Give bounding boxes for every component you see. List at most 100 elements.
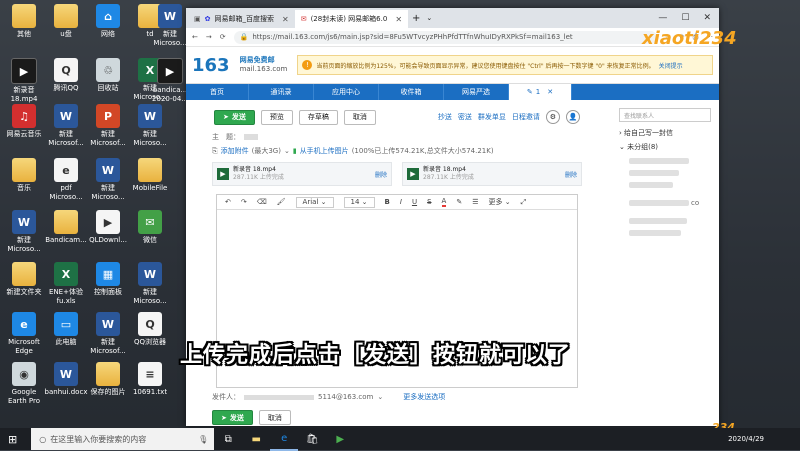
desktop-icon[interactable]: W 新建 Microso... (86, 158, 130, 202)
taskbar-search[interactable]: ○ 在这里输入你要搜索的内容 🎙 (31, 428, 215, 450)
format-painter-icon[interactable]: 🖌 (277, 198, 286, 206)
bcc-link[interactable]: 密送 (458, 112, 472, 122)
settings-icon[interactable]: ⚙ (545, 110, 560, 124)
desktop-icon[interactable]: ▦ 控制面板 (86, 262, 130, 297)
desktop-icon[interactable]: e pdf Microso... (44, 158, 88, 202)
desktop-icon[interactable]: ✉ 微信 (128, 210, 172, 245)
subject-field[interactable] (244, 134, 258, 140)
new-tab-icon[interactable]: + (412, 13, 420, 24)
redo-icon[interactable]: ↷ (241, 198, 247, 206)
desktop-icon[interactable]: ♲ 回收站 (86, 58, 130, 93)
close-icon[interactable]: ✕ (395, 15, 402, 24)
contact-icon[interactable]: 👤 (565, 110, 580, 124)
schedule-link[interactable]: 日程邀请 (512, 112, 540, 122)
desktop-icon[interactable]: W 新建 Microsof... (86, 312, 130, 356)
contact-item[interactable] (629, 158, 689, 164)
maximize-icon[interactable]: ☐ (681, 13, 689, 23)
back-icon[interactable]: ← (192, 33, 198, 41)
desktop-icon[interactable]: ▭ 此电脑 (44, 312, 88, 347)
desktop-icon[interactable]: X ENE+体验 fu.xls (44, 262, 88, 306)
more-send-options-link[interactable]: 更多发送选项 (403, 392, 445, 402)
desktop-icon[interactable]: W 新建 Microso... (2, 210, 46, 254)
desktop-icon[interactable]: Q 腾讯QQ (44, 58, 88, 93)
desktop-icon[interactable]: e Microsoft Edge (2, 312, 46, 356)
desktop-icon[interactable]: P 新建 Microsof... (86, 104, 130, 148)
add-attachment-link[interactable]: 添加附件 (221, 146, 249, 156)
send-button-bottom[interactable]: ➤ 发送 (212, 410, 253, 425)
group-send-link[interactable]: 群发单显 (478, 112, 506, 122)
highlight-icon[interactable]: ✎ (456, 198, 462, 206)
desktop-icon[interactable]: ≡ 10691.txt (128, 362, 172, 397)
eraser-icon[interactable]: ⌫ (257, 198, 267, 206)
desktop-icon[interactable]: ▶ 新录音 18.mp4 (2, 58, 46, 104)
tab-inbox[interactable]: 收件箱 (379, 84, 444, 100)
cancel-button[interactable]: 取消 (343, 109, 376, 125)
minimize-icon[interactable]: — (658, 13, 667, 23)
contact-item[interactable]: co (629, 194, 711, 212)
group-ungrouped[interactable]: ⌄ 未分组(8) (619, 142, 711, 152)
desktop-icon[interactable]: Bandicam... (44, 210, 88, 245)
tab-contacts[interactable]: 通讯录 (249, 84, 314, 100)
task-view-icon[interactable]: ⧉ (214, 428, 242, 450)
cc-link[interactable]: 抄送 (438, 112, 452, 122)
tab-menu-icon[interactable]: ⌄ (426, 14, 432, 22)
forward-icon[interactable]: → (206, 33, 212, 41)
contact-item[interactable] (629, 218, 687, 224)
refresh-icon[interactable]: ⟳ (220, 33, 226, 41)
tab-home[interactable]: 首页 (186, 84, 249, 100)
desktop-icon[interactable]: W 新建 Microso... (128, 262, 172, 306)
desktop-icon[interactable]: ⌂ 网络 (86, 4, 130, 39)
contact-search-input[interactable]: 查找联系人 (619, 108, 711, 122)
desktop-icon[interactable]: Q QQ浏览器 (128, 312, 172, 347)
delete-attachment-link[interactable]: 删除 (375, 170, 387, 179)
url-field[interactable]: 🔒 https://mail.163.com/js6/main.jsp?sid=… (233, 30, 657, 44)
desktop-icon[interactable]: 音乐 (2, 158, 46, 193)
tab-baidu[interactable]: ▣ ✿ 网易邮箱_百度搜索 ✕ (186, 10, 295, 28)
desktop-icon[interactable]: ◉ Google Earth Pro (2, 362, 46, 406)
notice-close-link[interactable]: 关闭提示 (659, 61, 683, 70)
close-icon[interactable]: ✕ (282, 15, 289, 24)
edge-icon[interactable]: e (270, 427, 299, 451)
close-window-icon[interactable]: ✕ (703, 13, 711, 23)
cancel-button-bottom[interactable]: 取消 (258, 410, 291, 425)
desktop-icon[interactable]: Wbanhui.docx (44, 362, 88, 397)
list-icon[interactable]: ☰ (472, 198, 478, 206)
delete-attachment-link[interactable]: 删除 (565, 170, 577, 179)
tab-compose[interactable]: ✎ 1 ✕ (509, 84, 572, 100)
preview-button[interactable]: 预览 (260, 109, 293, 125)
desktop-icon[interactable]: 新建文件夹 (2, 262, 46, 297)
microphone-icon[interactable]: 🎙 (198, 435, 208, 444)
contact-item[interactable] (629, 230, 681, 236)
sender-email[interactable]: 5114@163.com (318, 393, 373, 401)
contact-item[interactable] (629, 170, 679, 176)
group-self[interactable]: › 给自己写一封信 (619, 128, 711, 138)
bold-icon[interactable]: B (385, 198, 390, 206)
desktop-icon[interactable]: W 新建 Microso... (128, 104, 172, 148)
tab-apps[interactable]: 应用中心 (314, 84, 379, 100)
play-icon[interactable]: ▶ (326, 428, 354, 450)
expand-icon[interactable]: ⤢ (521, 198, 527, 207)
desktop-icon[interactable]: ♫ 网易云音乐 (2, 104, 46, 139)
size-select[interactable]: 14 ⌄ (343, 196, 375, 208)
desktop-icon[interactable]: MobileFile (128, 158, 172, 193)
more-dropdown[interactable]: 更多 ⌄ (488, 197, 510, 207)
tab-163mail[interactable]: ✉ (28封未读) 网易邮箱6.0 ✕ (294, 10, 409, 28)
desktop-icon[interactable]: ▶ QLDownl... (86, 210, 130, 245)
desktop-icon[interactable]: 保存的图片 (86, 362, 130, 397)
file-explorer-icon[interactable]: ▬ (242, 428, 270, 450)
underline-icon[interactable]: U (412, 198, 417, 206)
tab-yanxuan[interactable]: 网易严选 (444, 84, 509, 100)
windows-start-icon[interactable]: ⊞ (8, 433, 17, 446)
phone-upload-link[interactable]: 从手机上传图片 (300, 146, 349, 156)
chevron-down-icon[interactable]: ⌄ (284, 147, 290, 155)
font-color-icon[interactable]: A (441, 197, 447, 207)
close-icon[interactable]: ✕ (547, 88, 553, 96)
store-icon[interactable]: 🛍 (298, 428, 326, 450)
desktop-icon[interactable]: W 新建 Microsof... (44, 104, 88, 148)
contact-item[interactable] (629, 182, 673, 188)
system-clock[interactable]: 2020/4/29 (728, 435, 800, 444)
desktop-icon[interactable]: u盘 (44, 4, 88, 39)
font-select[interactable]: Arial ⌄ (295, 196, 334, 208)
save-draft-button[interactable]: 存草稿 (298, 109, 338, 125)
chevron-down-icon[interactable]: ⌄ (377, 393, 383, 401)
